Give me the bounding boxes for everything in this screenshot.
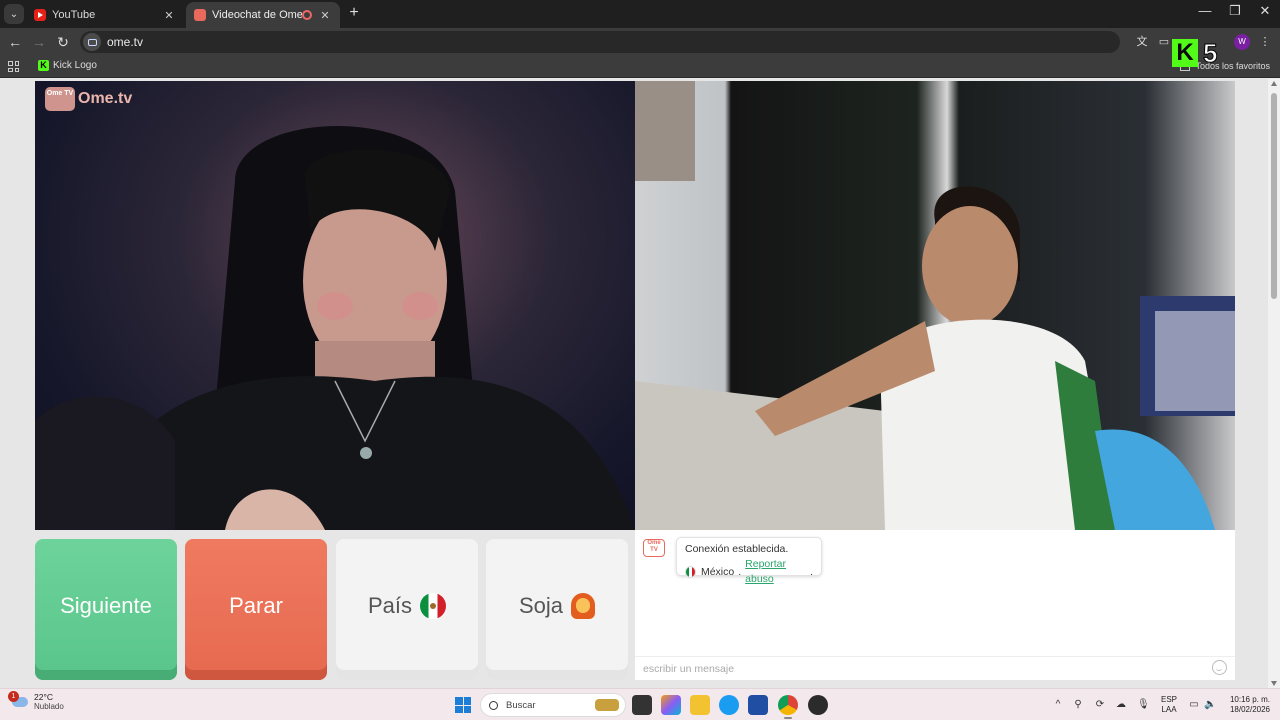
woman-emoji-icon [571, 592, 596, 619]
obs-icon[interactable] [808, 695, 828, 715]
temperature: 22°C [34, 692, 53, 702]
ometv-chat-icon: Ome TV [643, 539, 665, 557]
report-abuse-link[interactable]: Reportar abuso [745, 557, 810, 587]
profile-avatar[interactable]: W [1234, 34, 1250, 50]
scroll-up-icon[interactable] [1271, 81, 1277, 86]
menu-icon[interactable]: ⋮ [1258, 35, 1272, 49]
next-label: Siguiente [60, 592, 152, 618]
gender-label: Soja [518, 592, 564, 618]
site-info-icon[interactable] [83, 33, 101, 51]
scroll-down-icon[interactable] [1271, 681, 1277, 686]
copilot-icon[interactable] [661, 695, 681, 715]
weather-condition: Nublado [34, 702, 64, 711]
taskbar-search[interactable]: Buscar [480, 693, 626, 717]
mexico-flag-icon [685, 566, 696, 578]
bookmark-kick-logo[interactable]: K Kick Logo [38, 60, 97, 71]
gender-button[interactable]: Soja [486, 539, 628, 680]
sync-icon[interactable]: ⟳ [1094, 699, 1106, 711]
kick-icon: K [38, 60, 49, 71]
recording-icon [302, 10, 312, 20]
stranger-video [35, 81, 635, 530]
self-video [635, 81, 1235, 530]
tab-title: Videochat de OmeTV: una ... [212, 9, 302, 21]
close-tab-icon[interactable]: ✕ [318, 9, 332, 22]
stranger-figure [35, 126, 635, 530]
message-input[interactable]: escribir un mensaje [635, 656, 1235, 680]
youtube-icon [34, 9, 46, 21]
tab-title: YouTube [52, 9, 96, 21]
self-figure [635, 81, 1235, 530]
ometv-icon [194, 9, 206, 21]
new-tab-button[interactable]: + [346, 4, 362, 24]
close-window-icon[interactable]: ✕ [1250, 3, 1280, 19]
message-placeholder: escribir un mensaje [643, 662, 735, 675]
tab-ometv[interactable]: Videochat de OmeTV: una ... ✕ [186, 2, 340, 28]
overlay-number: 5 [1202, 37, 1218, 68]
clock-date: 18/02/2026 [1229, 705, 1270, 714]
apps-icon[interactable] [8, 61, 19, 72]
country-label: País [367, 592, 413, 618]
search-highlight-icon [595, 699, 619, 711]
system-message: Conexión establecida. México . Reportar … [676, 537, 822, 585]
search-placeholder: Buscar [506, 699, 536, 711]
tab-search-button[interactable]: ⌄ [4, 4, 24, 24]
ometv-logo: Ome TV Ome.tv [45, 87, 132, 111]
emoji-icon[interactable] [1212, 660, 1227, 675]
next-button[interactable]: Siguiente [35, 539, 177, 680]
chevron-up-icon[interactable]: ^ [1052, 699, 1064, 711]
cloud-icon: 1 [8, 691, 28, 707]
report-suffix: . [810, 565, 813, 578]
logo-text: Ome.tv [78, 90, 133, 107]
clock-time: 10:16 p. m. [1229, 695, 1270, 704]
edge-icon[interactable] [719, 695, 739, 715]
close-tab-icon[interactable]: ✕ [162, 9, 176, 22]
url-text: ome.tv [107, 35, 144, 49]
notification-badge: 1 [8, 691, 19, 702]
minimize-icon[interactable]: — [1190, 3, 1220, 18]
tab-strip: ⌄ YouTube ✕ Videochat de OmeTV: una ... … [0, 0, 1280, 28]
scroll-thumb[interactable] [1271, 93, 1277, 299]
stop-button[interactable]: Parar [185, 539, 327, 680]
reload-button[interactable]: ↻ [54, 33, 72, 51]
toolbar: ← → ↻ ome.tv 文 ▭ W ⋮ [0, 28, 1280, 56]
country-button[interactable]: País [336, 539, 478, 680]
translate-icon[interactable]: 文 [1135, 35, 1149, 49]
kick-overlay: K 5 [1172, 37, 1228, 68]
bookmarks-bar: K Kick Logo Todos los favoritos [0, 56, 1280, 78]
forward-button[interactable]: → [30, 33, 48, 51]
separator: . [738, 565, 742, 578]
back-button[interactable]: ← [6, 33, 24, 51]
scrollbar[interactable] [1268, 79, 1280, 688]
kick-logo: K [1172, 39, 1198, 67]
display-icon[interactable]: ▭ [1188, 699, 1200, 711]
language-line1: ESP [1161, 695, 1178, 704]
search-icon [489, 700, 498, 710]
bookmark-label: Kick Logo [53, 60, 97, 71]
store-icon[interactable] [748, 695, 768, 715]
stop-label: Parar [229, 592, 283, 618]
volume-icon[interactable]: 🔈 [1204, 699, 1216, 711]
cast-icon[interactable]: ▭ [1157, 35, 1171, 49]
onedrive-icon[interactable]: ☁ [1115, 699, 1127, 711]
tv-icon: Ome TV [45, 87, 75, 111]
microphone-icon[interactable]: 🎙 [1137, 699, 1150, 711]
tab-youtube[interactable]: YouTube ✕ [26, 2, 184, 28]
taskbar: 1 22°C Nublado Buscar ^ ⚲ ⟳ ☁ 🎙 ESP LAA … [0, 688, 1280, 720]
chrome-icon[interactable] [778, 695, 798, 719]
task-view-icon[interactable] [632, 695, 652, 715]
language-indicator[interactable]: ESP LAA [1161, 695, 1177, 715]
usb-icon[interactable]: ⚲ [1072, 699, 1084, 711]
address-bar[interactable]: ome.tv [80, 31, 1120, 53]
file-explorer-icon[interactable] [690, 695, 710, 715]
chat-panel: Ome TV Conexión establecida. México . Re… [635, 530, 1235, 680]
weather-widget[interactable]: 1 22°C Nublado [8, 691, 64, 712]
windows-start-icon[interactable] [455, 697, 471, 713]
mexico-flag-icon [420, 592, 447, 619]
connection-status: Conexión establecida. [685, 543, 789, 555]
restore-icon[interactable]: ❐ [1220, 3, 1250, 19]
clock[interactable]: 10:16 p. m. 18/02/2026 [1222, 695, 1270, 715]
language-line2: LAA [1161, 705, 1177, 714]
country-name: México [700, 565, 735, 578]
